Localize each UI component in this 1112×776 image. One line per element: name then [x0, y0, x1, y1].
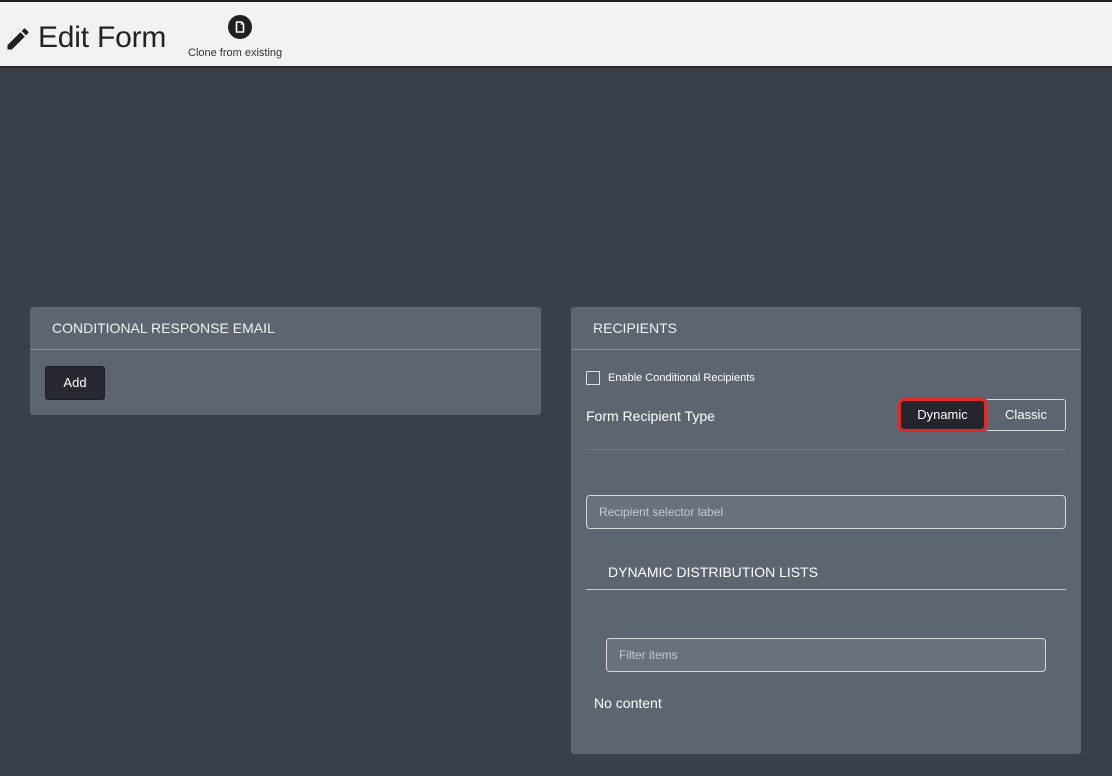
- recipient-type-label: Form Recipient Type: [586, 408, 715, 424]
- dynamic-distribution-lists-title: DYNAMIC DISTRIBUTION LISTS: [586, 554, 1066, 590]
- conditional-response-email-panel: CONDITIONAL RESPONSE EMAIL Add: [30, 307, 541, 415]
- page-header: Edit Form Clone from existing: [0, 2, 1112, 68]
- empty-state-text: No content: [594, 695, 662, 711]
- checkbox-box[interactable]: [586, 371, 600, 385]
- dynamic-option[interactable]: Dynamic: [901, 401, 984, 429]
- classic-option[interactable]: Classic: [987, 399, 1066, 431]
- page-title: Edit Form: [38, 21, 167, 54]
- filter-items-input[interactable]: [606, 638, 1046, 672]
- panel-title: CONDITIONAL RESPONSE EMAIL: [30, 307, 541, 350]
- document-icon: [228, 15, 252, 39]
- clone-label: Clone from existing: [188, 47, 283, 59]
- recipient-selector-label-input[interactable]: [586, 495, 1066, 529]
- panel-title: RECIPIENTS: [571, 307, 1081, 350]
- recipients-panel: RECIPIENTS Enable Conditional Recipients…: [571, 307, 1081, 754]
- pencil-icon: [7, 28, 29, 50]
- clone-from-existing-button[interactable]: Clone from existing: [188, 11, 298, 63]
- checkbox-label: Enable Conditional Recipients: [608, 372, 755, 384]
- add-button[interactable]: Add: [45, 366, 105, 400]
- divider: [586, 449, 1066, 450]
